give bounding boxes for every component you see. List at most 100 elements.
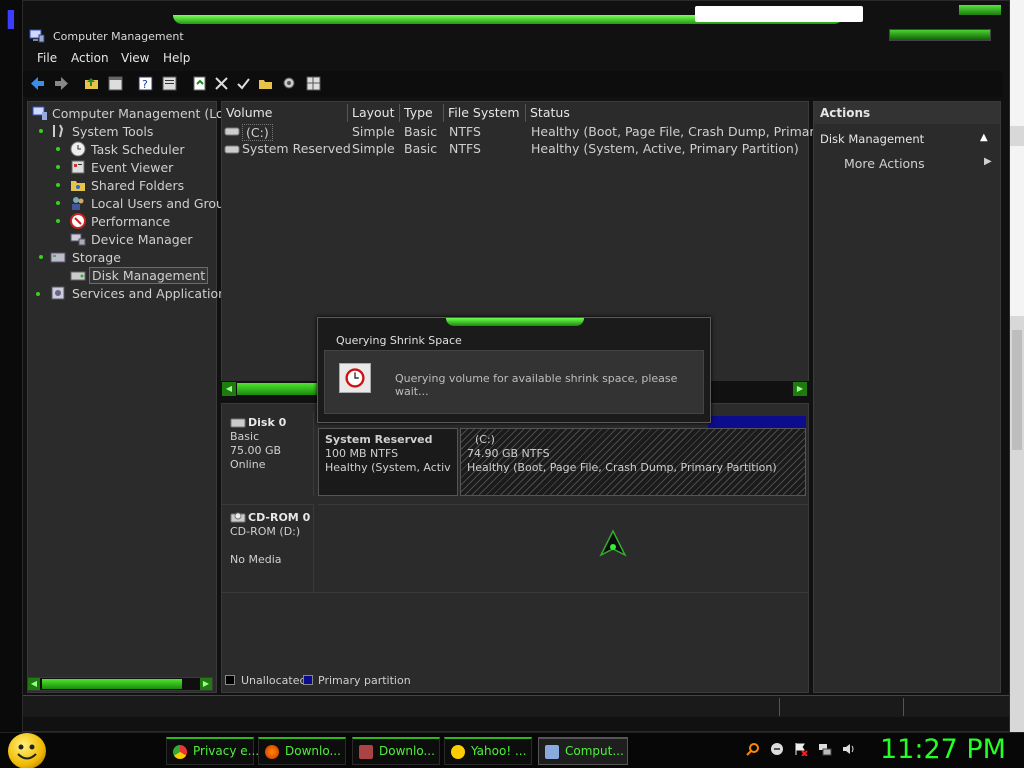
expander-bullet[interactable]	[56, 165, 60, 169]
column-volume[interactable]: Volume	[222, 104, 348, 122]
scrollbar-thumb[interactable]	[1012, 330, 1022, 450]
scroll-right-arrow-icon[interactable]: ▶	[200, 678, 212, 690]
volume-icon[interactable]	[842, 742, 856, 756]
disk-graphical-view: Disk 0 Basic 75.00 GB Online System Rese…	[221, 403, 809, 693]
window-controls[interactable]	[889, 29, 991, 41]
partition-c[interactable]: (C:) 74.90 GB NTFS Healthy (Boot, Page F…	[460, 428, 806, 496]
expander-bullet[interactable]	[56, 183, 60, 187]
start-button-smiley-icon[interactable]	[8, 733, 46, 768]
delete-icon[interactable]	[213, 75, 230, 92]
volume-fs: NTFS	[449, 124, 481, 139]
taskbar-clock[interactable]: 11:27 PM	[880, 734, 1006, 765]
expander-bullet[interactable]	[36, 292, 40, 296]
console-tree: Computer Management (Loc System Tools Ta…	[27, 101, 231, 693]
tree-local-users[interactable]: Local Users and Grou	[91, 196, 224, 211]
scrollbar-thumb[interactable]	[42, 679, 182, 689]
collapse-arrow-icon[interactable]: ▲	[980, 132, 988, 143]
search-disk-icon[interactable]	[281, 75, 298, 92]
yahoo-smiley-icon	[451, 745, 465, 759]
task-privacy[interactable]: Privacy e...	[166, 737, 259, 765]
task-download-1[interactable]: Downlo...	[258, 737, 346, 765]
divider	[222, 592, 808, 593]
users-icon	[72, 197, 84, 210]
tree-disk-management[interactable]: Disk Management	[89, 267, 209, 284]
scrollbar-thumb[interactable]	[237, 383, 317, 395]
download-icon	[359, 745, 373, 759]
expander-bullet[interactable]	[39, 255, 43, 259]
column-type[interactable]: Type	[400, 104, 444, 122]
menu-file[interactable]: File	[37, 51, 57, 65]
disk-0-label[interactable]: Disk 0 Basic 75.00 GB Online	[222, 412, 314, 496]
background-window-scrollbar[interactable]	[1010, 0, 1024, 732]
open-folder-icon[interactable]	[257, 75, 274, 92]
partition-system-reserved[interactable]: System Reserved 100 MB NTFS Healthy (Sys…	[318, 428, 458, 496]
window-buttons-top[interactable]	[959, 5, 1001, 15]
legend-unallocated: Unallocated	[241, 674, 307, 687]
messenger-icon[interactable]	[770, 742, 784, 756]
submenu-arrow-icon[interactable]: ▶	[984, 156, 992, 167]
primary-partition-bar	[708, 416, 806, 428]
grid-view-icon[interactable]	[305, 75, 322, 92]
device-manager-icon	[70, 233, 86, 246]
cdrom-0-area[interactable]	[318, 504, 808, 592]
tree-task-scheduler[interactable]: Task Scheduler	[91, 142, 185, 157]
expander-bullet[interactable]	[56, 147, 60, 151]
tree-horizontal-scrollbar[interactable]: ◀ ▶	[27, 677, 213, 691]
more-actions[interactable]: More Actions	[844, 156, 925, 171]
column-status[interactable]: Status	[526, 104, 808, 122]
scroll-left-arrow-icon[interactable]: ◀	[28, 678, 40, 690]
menu-view[interactable]: View	[121, 51, 149, 65]
search-icon[interactable]	[746, 742, 760, 756]
expander-bullet[interactable]	[39, 129, 43, 133]
services-icon	[51, 286, 65, 300]
disk-0-size: 75.00 GB	[230, 444, 282, 457]
tree-device-manager[interactable]: Device Manager	[91, 232, 193, 247]
disk-0-state: Online	[230, 458, 266, 471]
tree-event-viewer[interactable]: Event Viewer	[91, 160, 173, 175]
refresh-icon[interactable]	[191, 75, 208, 92]
clock-icon	[70, 141, 86, 157]
help-icon[interactable]: ?	[137, 75, 154, 92]
actions-disk-management[interactable]: Disk Management	[820, 132, 924, 146]
scroll-right-arrow-icon[interactable]: ▶	[793, 382, 807, 396]
up-folder-icon[interactable]	[83, 75, 100, 92]
column-layout[interactable]: Layout	[348, 104, 400, 122]
volume-name-system-reserved[interactable]: System Reserved	[242, 141, 351, 156]
partition-status: Healthy (Boot, Page File, Crash Dump, Pr…	[467, 461, 777, 474]
volume-name-c[interactable]: (C:)	[242, 124, 273, 141]
tree-performance[interactable]: Performance	[91, 214, 170, 229]
dialog-title-glow	[446, 318, 584, 326]
network-icon[interactable]	[818, 742, 832, 756]
task-download-2[interactable]: Downlo...	[352, 737, 440, 765]
tree-root[interactable]: Computer Management (Loc	[52, 106, 231, 121]
tree-services[interactable]: Services and Application	[72, 286, 226, 301]
properties-icon[interactable]	[161, 75, 178, 92]
menu-help[interactable]: Help	[163, 51, 190, 65]
column-file-system[interactable]: File System	[444, 104, 526, 122]
volume-status: Healthy (System, Active, Primary Partiti…	[531, 141, 799, 156]
volume-layout: Simple	[352, 124, 395, 139]
check-icon[interactable]	[235, 75, 252, 92]
action-center-flag-icon[interactable]	[794, 742, 808, 756]
partition-status: Healthy (System, Active, P	[325, 461, 451, 474]
menu-action[interactable]: Action	[71, 51, 109, 65]
tree-system-tools[interactable]: System Tools	[72, 124, 153, 139]
expander-bullet[interactable]	[56, 219, 60, 223]
tree-storage[interactable]: Storage	[72, 250, 121, 265]
chrome-icon	[173, 745, 187, 759]
show-hide-tree-icon[interactable]	[107, 75, 124, 92]
firefox-icon	[265, 745, 279, 759]
task-yahoo[interactable]: Yahoo! ...	[444, 737, 532, 765]
title-bar-highlight	[695, 6, 863, 22]
scroll-left-arrow-icon[interactable]: ◀	[222, 382, 236, 396]
tools-icon	[53, 124, 64, 138]
tree-shared-folders[interactable]: Shared Folders	[91, 178, 184, 193]
forward-arrow-icon[interactable]	[53, 75, 70, 92]
cdrom-0-label[interactable]: CD-ROM 0 CD-ROM (D:) No Media	[222, 504, 314, 592]
expander-bullet[interactable]	[56, 201, 60, 205]
back-arrow-icon[interactable]	[29, 75, 46, 92]
computer-management-window: Computer Management File Action View Hel…	[22, 0, 1010, 732]
storage-icon	[50, 252, 66, 263]
desktop-edge-glyph: ▌	[8, 10, 21, 29]
task-computer-management[interactable]: Comput...	[538, 737, 628, 765]
